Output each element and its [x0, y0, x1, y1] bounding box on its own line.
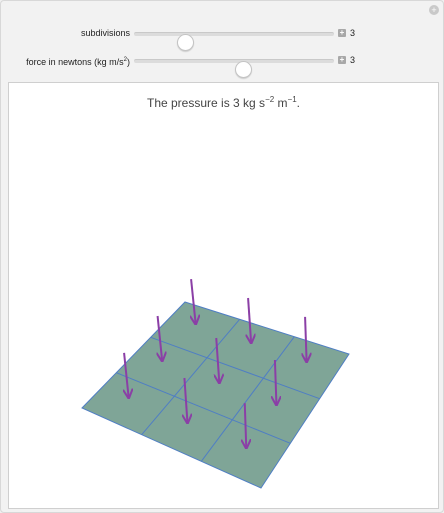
- force-control: force in newtons (kg m/s2) + 3: [1, 51, 444, 78]
- force-expand-button[interactable]: +: [338, 56, 346, 64]
- force-value: 3: [350, 55, 356, 65]
- force-label: force in newtons (kg m/s2): [26, 57, 130, 67]
- pressure-plot-3d[interactable]: [9, 83, 438, 508]
- force-slider[interactable]: [134, 59, 334, 78]
- subdivisions-slider-thumb[interactable]: [177, 34, 194, 51]
- subdivisions-label: subdivisions: [80, 28, 130, 38]
- subdivisions-control: subdivisions + 3: [1, 24, 444, 51]
- force-slider-thumb[interactable]: [235, 61, 252, 78]
- output-panel: The pressure is 3 kg s−2 m−1.: [8, 82, 439, 509]
- subdivisions-slider[interactable]: [134, 32, 334, 51]
- manipulate-frame: + subdivisions + 3 force in newtons (kg …: [0, 0, 444, 513]
- plus-icon[interactable]: +: [429, 5, 439, 15]
- subdivisions-value: 3: [350, 28, 356, 38]
- subdivisions-expand-button[interactable]: +: [338, 29, 346, 37]
